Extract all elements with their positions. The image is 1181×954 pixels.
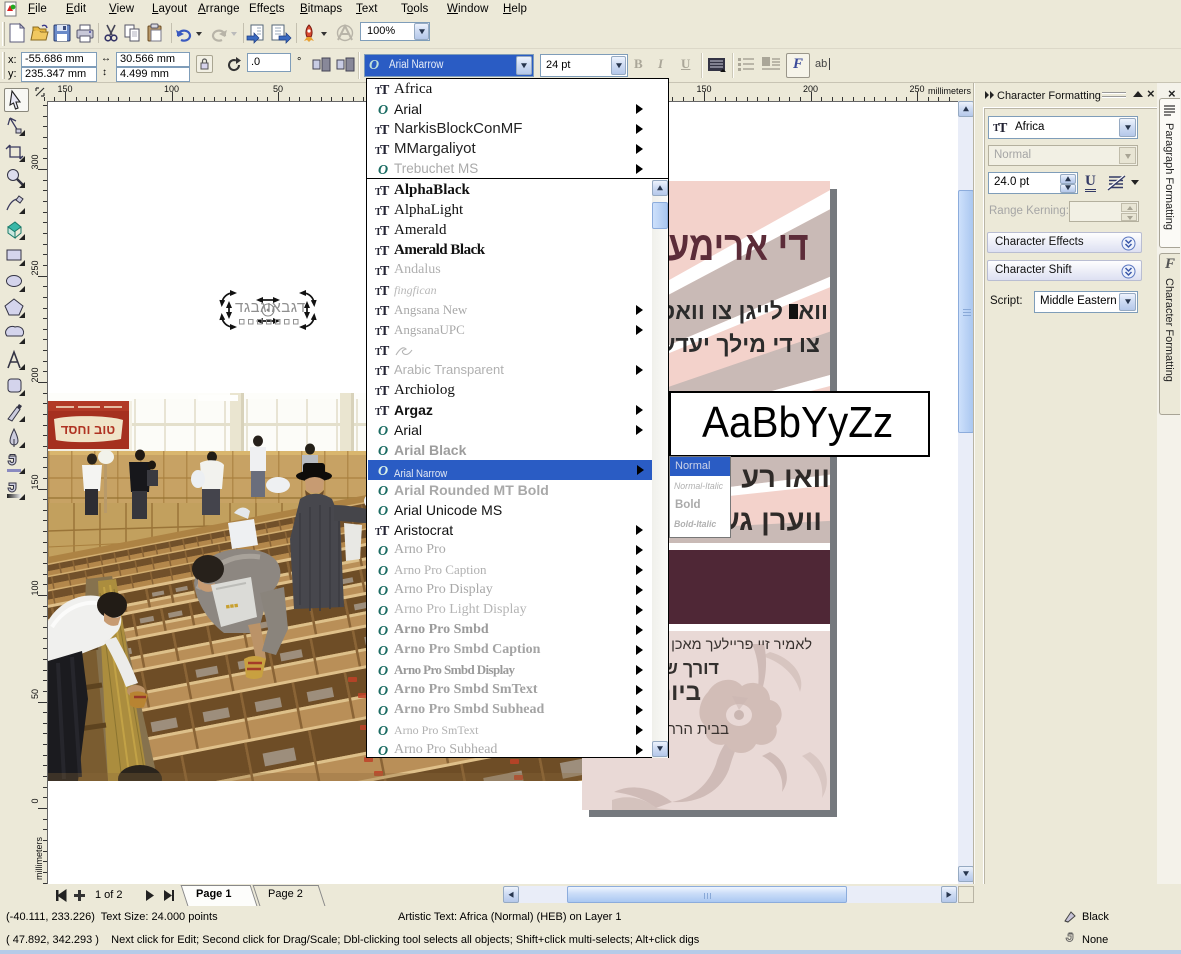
svg-text:טוב וחסד: טוב וחסד	[61, 422, 116, 437]
